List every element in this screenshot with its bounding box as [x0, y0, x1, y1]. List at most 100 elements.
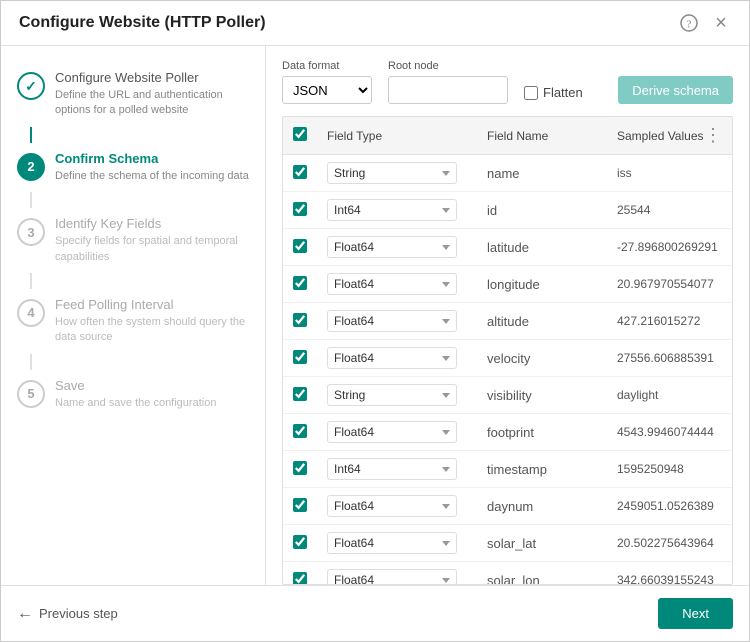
step-3-desc: Specify fields for spatial and temporal … — [55, 234, 249, 265]
sampled-value-cell: 427.216015272 — [607, 303, 732, 340]
root-node-group: Root node — [388, 60, 508, 104]
field-name-cell: latitude — [477, 229, 607, 266]
field-type-select[interactable]: StringInt64Float64BooleanDateDateOnlyTim… — [327, 347, 457, 369]
step-2-title: Confirm Schema — [55, 151, 249, 166]
derive-schema-button[interactable]: Derive schema — [618, 76, 733, 104]
row-checkbox[interactable] — [293, 202, 307, 216]
step-2-indicator: 2 — [17, 153, 45, 181]
field-type-cell: StringInt64Float64BooleanDateDateOnlyTim… — [317, 340, 477, 377]
sampled-value-cell: 2459051.0526389 — [607, 488, 732, 525]
table-row: StringInt64Float64BooleanDateDateOnlyTim… — [283, 451, 732, 488]
select-all-checkbox[interactable] — [293, 127, 307, 141]
field-type-select[interactable]: StringInt64Float64BooleanDateDateOnlyTim… — [327, 421, 457, 443]
previous-step-button[interactable]: ← Previous step — [17, 605, 118, 623]
main-content: Data format JSON XML CSV Root node Flatt… — [266, 46, 749, 585]
step-5-indicator: 5 — [17, 380, 45, 408]
field-type-select[interactable]: StringInt64Float64BooleanDateDateOnlyTim… — [327, 310, 457, 332]
step-1: ✓ Configure Website Poller Define the UR… — [1, 62, 265, 127]
step-4-number: 4 — [27, 305, 34, 320]
step-2: 2 Confirm Schema Define the schema of th… — [1, 143, 265, 192]
field-type-select[interactable]: StringInt64Float64BooleanDateDateOnlyTim… — [327, 569, 457, 585]
connector-1-2 — [30, 127, 32, 143]
header-icons: ? × — [679, 13, 731, 33]
row-checkbox[interactable] — [293, 239, 307, 253]
field-type-select[interactable]: StringInt64Float64BooleanDateDateOnlyTim… — [327, 273, 457, 295]
row-checkbox[interactable] — [293, 424, 307, 438]
field-type-cell: StringInt64Float64BooleanDateDateOnlyTim… — [317, 414, 477, 451]
field-type-select[interactable]: StringInt64Float64BooleanDateDateOnlyTim… — [327, 162, 457, 184]
table-row: StringInt64Float64BooleanDateDateOnlyTim… — [283, 562, 732, 586]
field-type-cell: StringInt64Float64BooleanDateDateOnlyTim… — [317, 451, 477, 488]
row-checkbox-cell — [283, 562, 317, 586]
field-type-cell: StringInt64Float64BooleanDateDateOnlyTim… — [317, 303, 477, 340]
field-name-cell: id — [477, 192, 607, 229]
data-format-select[interactable]: JSON XML CSV — [282, 76, 372, 104]
sampled-value-cell: -27.896800269291 — [607, 229, 732, 266]
row-checkbox[interactable] — [293, 276, 307, 290]
step-1-title: Configure Website Poller — [55, 70, 249, 85]
sampled-value-cell: 4543.9946074444 — [607, 414, 732, 451]
row-checkbox[interactable] — [293, 387, 307, 401]
row-checkbox-cell — [283, 488, 317, 525]
field-type-cell: StringInt64Float64BooleanDateDateOnlyTim… — [317, 266, 477, 303]
row-checkbox[interactable] — [293, 165, 307, 179]
help-icon[interactable]: ? — [679, 13, 699, 33]
field-type-select[interactable]: StringInt64Float64BooleanDateDateOnlyTim… — [327, 199, 457, 221]
step-1-content: Configure Website Poller Define the URL … — [55, 70, 249, 119]
step-4-title: Feed Polling Interval — [55, 297, 249, 312]
field-type-cell: StringInt64Float64BooleanDateDateOnlyTim… — [317, 562, 477, 586]
field-type-select[interactable]: StringInt64Float64BooleanDateDateOnlyTim… — [327, 495, 457, 517]
field-type-select[interactable]: StringInt64Float64BooleanDateDateOnlyTim… — [327, 458, 457, 480]
dialog-title: Configure Website (HTTP Poller) — [19, 14, 266, 32]
row-checkbox[interactable] — [293, 461, 307, 475]
column-more-icon[interactable]: ⋮ — [704, 125, 722, 146]
row-checkbox-cell — [283, 155, 317, 192]
sampled-value-cell: 27556.606885391 — [607, 340, 732, 377]
step-5: 5 Save Name and save the configuration — [1, 370, 265, 419]
step-2-content: Confirm Schema Define the schema of the … — [55, 151, 249, 184]
table-row: StringInt64Float64BooleanDateDateOnlyTim… — [283, 414, 732, 451]
sampled-value-cell: 20.967970554077 — [607, 266, 732, 303]
connector-2-3 — [30, 192, 32, 208]
row-checkbox-cell — [283, 451, 317, 488]
close-icon[interactable]: × — [711, 13, 731, 33]
row-checkbox[interactable] — [293, 535, 307, 549]
table-row: StringInt64Float64BooleanDateDateOnlyTim… — [283, 229, 732, 266]
sampled-value-cell: 25544 — [607, 192, 732, 229]
field-type-select[interactable]: StringInt64Float64BooleanDateDateOnlyTim… — [327, 236, 457, 258]
data-format-group: Data format JSON XML CSV — [282, 60, 372, 104]
row-checkbox[interactable] — [293, 313, 307, 327]
flatten-label: Flatten — [543, 85, 583, 100]
step-4: 4 Feed Polling Interval How often the sy… — [1, 289, 265, 354]
field-name-cell: name — [477, 155, 607, 192]
field-name-cell: visibility — [477, 377, 607, 414]
check-icon: ✓ — [25, 78, 37, 95]
th-checkbox — [283, 117, 317, 155]
sampled-value-cell: 1595250948 — [607, 451, 732, 488]
connector-3-4 — [30, 273, 32, 289]
sidebar: ✓ Configure Website Poller Define the UR… — [1, 46, 266, 585]
row-checkbox-cell — [283, 229, 317, 266]
row-checkbox[interactable] — [293, 498, 307, 512]
configure-dialog: Configure Website (HTTP Poller) ? × ✓ Co… — [0, 0, 750, 642]
field-name-cell: altitude — [477, 303, 607, 340]
row-checkbox[interactable] — [293, 572, 307, 586]
sampled-value-cell: 20.502275643964 — [607, 525, 732, 562]
field-type-cell: StringInt64Float64BooleanDateDateOnlyTim… — [317, 488, 477, 525]
field-name-cell: solar_lon — [477, 562, 607, 586]
field-name-cell: velocity — [477, 340, 607, 377]
field-type-cell: StringInt64Float64BooleanDateDateOnlyTim… — [317, 229, 477, 266]
row-checkbox[interactable] — [293, 350, 307, 364]
field-name-cell: solar_lat — [477, 525, 607, 562]
th-field-type: Field Type — [317, 117, 477, 155]
field-type-select[interactable]: StringInt64Float64BooleanDateDateOnlyTim… — [327, 384, 457, 406]
table-body: StringInt64Float64BooleanDateDateOnlyTim… — [283, 155, 732, 586]
row-checkbox-cell — [283, 414, 317, 451]
field-type-cell: StringInt64Float64BooleanDateDateOnlyTim… — [317, 525, 477, 562]
field-type-select[interactable]: StringInt64Float64BooleanDateDateOnlyTim… — [327, 532, 457, 554]
root-node-input[interactable] — [388, 76, 508, 104]
next-button[interactable]: Next — [658, 598, 733, 629]
flatten-checkbox[interactable] — [524, 86, 538, 100]
step-4-content: Feed Polling Interval How often the syst… — [55, 297, 249, 346]
field-name-cell: footprint — [477, 414, 607, 451]
